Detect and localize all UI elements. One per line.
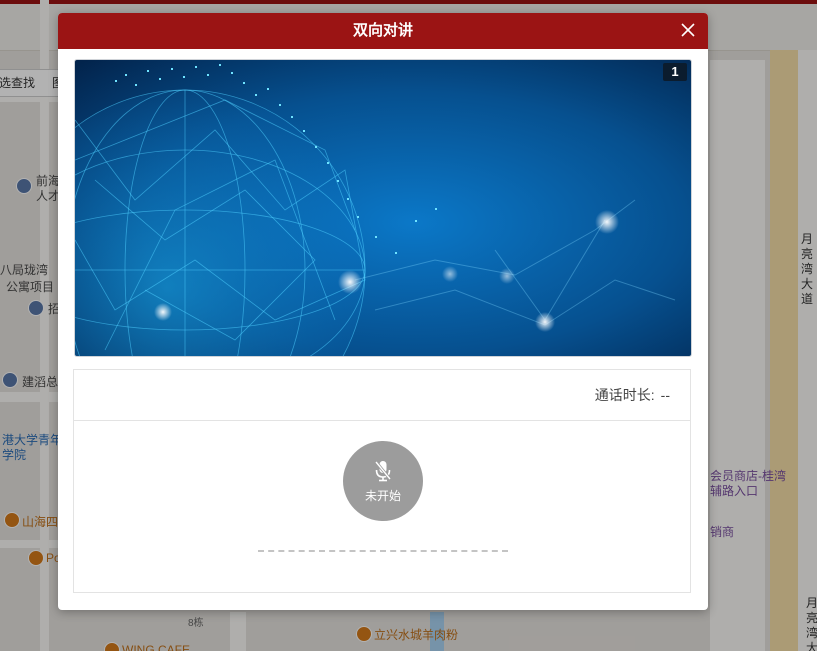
start-talk-button[interactable]: 未开始 xyxy=(343,441,423,521)
audio-level-indicator xyxy=(258,550,508,552)
video-frame-image xyxy=(75,60,691,356)
call-duration-label: 通话时长: xyxy=(594,387,655,403)
microphone-muted-icon xyxy=(374,461,392,482)
call-duration: 通话时长: -- xyxy=(595,370,670,420)
dialog-header: 双向对讲 xyxy=(58,13,708,49)
talk-status-label: 未开始 xyxy=(364,489,401,503)
call-info-bar: 通话时长: -- xyxy=(73,369,691,421)
video-panel: 1 xyxy=(74,59,692,357)
dialog-title: 双向对讲 xyxy=(352,22,413,39)
close-icon xyxy=(681,23,695,37)
intercom-dialog: 双向对讲 1 通话时长: -- 未开始 xyxy=(58,13,708,610)
call-duration-value: -- xyxy=(660,387,670,403)
talk-control-panel: 未开始 xyxy=(73,420,691,593)
close-button[interactable] xyxy=(678,20,698,40)
channel-number-badge: 1 xyxy=(663,63,687,81)
